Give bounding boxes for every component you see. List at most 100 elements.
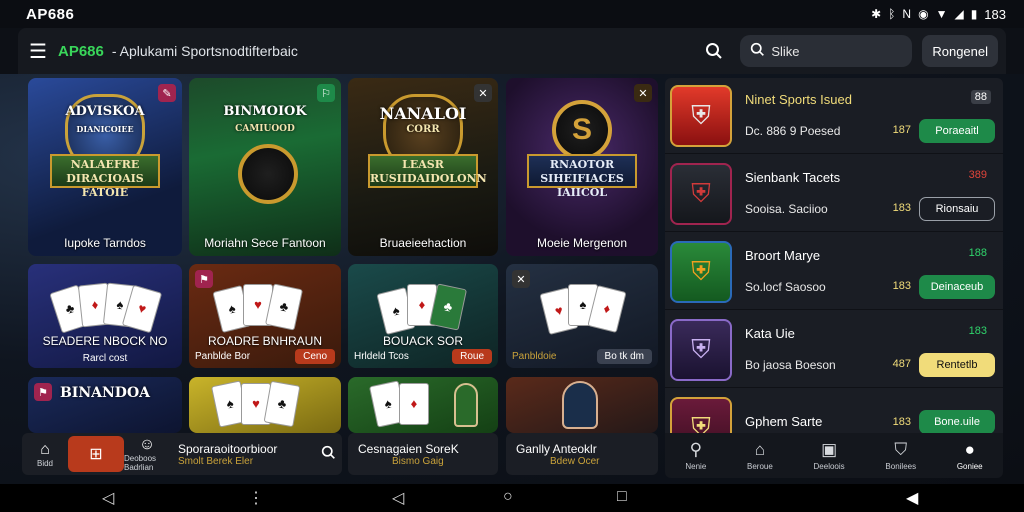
play-button[interactable]: Roue	[452, 349, 492, 364]
game-card[interactable]: ⚑ BINANDOA	[28, 377, 182, 433]
list-item-name: Gphem Sarte	[745, 414, 823, 429]
status-app-name: AP686	[26, 5, 75, 23]
signal-icon: ◉	[918, 7, 929, 21]
favorite-icon[interactable]: ⚑	[34, 383, 52, 401]
bet-button[interactable]: Rionsaiu	[919, 197, 995, 221]
shield-icon: ⛉	[894, 440, 908, 459]
nav-item-profile[interactable]: ● Goniee	[957, 440, 983, 471]
strip-title: Ganlly Anteoklr	[516, 441, 597, 456]
game-card[interactable]	[506, 377, 658, 433]
nav-item-shield[interactable]: ⛉ Bonilees	[885, 440, 916, 471]
nav-item-location[interactable]: ⚲ Nenie	[685, 440, 706, 471]
list-item-name: Ninet Sports Isued	[745, 92, 852, 107]
list-item[interactable]: ⛨ Broort Marye 188 So.locf Saosoo 183 De…	[665, 234, 1003, 310]
search-field-icon	[750, 42, 765, 60]
app-title: - Aplukami Sportsnodtifterbaic	[111, 43, 298, 59]
play-button[interactable]: Ceno	[295, 349, 335, 364]
battery-icon: ▮	[970, 7, 978, 21]
game-card-caption: Moeie Mergenon	[536, 236, 628, 250]
cards-icon: ♣ ♦ ♠ ♥	[45, 280, 165, 340]
emblem-small-label: CAMIUOOD	[235, 124, 295, 134]
list-item-odds: 183	[892, 202, 911, 214]
strip-subtitle: Bdew Ocer	[550, 455, 600, 467]
game-card-sub: Hrldeld Tcos Roue	[354, 349, 492, 364]
list-item-name: Broort Marye	[745, 248, 821, 263]
game-card[interactable]: ⚐ BINMOIOK CAMIUOOD Moriahn Sece Fantoon	[189, 78, 341, 256]
team-logo-icon: ⛨	[670, 241, 732, 303]
search-icon[interactable]	[696, 33, 732, 69]
status-time: 183	[984, 6, 1006, 22]
nav-item-casino[interactable]: ⊞	[68, 436, 124, 472]
app-brand[interactable]: AP686	[58, 43, 104, 60]
status-bar: AP686 ✱ ᛒ N ◉ ▼ ◢ ▮ 183	[0, 0, 1024, 28]
list-item-meta: Sooisa. Saciioo	[745, 202, 828, 216]
list-item[interactable]: ⛨ Kata Uie 183 Bo jaosa Boeson 487 Rente…	[665, 312, 1003, 388]
home-circle-icon[interactable]: ○	[503, 488, 513, 506]
home-icon: ⌂	[40, 440, 50, 458]
nav-item-sports[interactable]: ▣ Deeloois	[814, 440, 845, 471]
list-item-badge: 183	[968, 325, 987, 337]
game-card-caption: ROADRE BNHRAUN	[207, 334, 322, 348]
list-item[interactable]: ⛨ Ninet Sports Isued 88 Dc. 886 9 Poesed…	[665, 78, 1003, 154]
cards-icon: ♥ ♠ ♦	[522, 280, 642, 340]
recent-apps-icon[interactable]: ◁	[102, 488, 114, 508]
side-list: ⛨ Ninet Sports Isued 88 Dc. 886 9 Poesed…	[665, 78, 1003, 476]
search-input[interactable]	[771, 43, 892, 59]
game-card-subtext: Hrldeld Tcos	[354, 351, 409, 362]
list-item-odds: 183	[892, 416, 911, 428]
game-card[interactable]: ✎ ADVISKOA DIANICOIEE NALAEFRE DIRACIOAI…	[28, 78, 182, 256]
system-nav-bar: ◁ ⋮ ◁ ○ □ ◀	[0, 484, 1024, 512]
chip-icon	[238, 144, 298, 204]
location-icon: ⚲	[689, 440, 703, 459]
list-item[interactable]: ⛨ Sienbank Tacets 389 Sooisa. Saciioo 18…	[665, 156, 1003, 232]
list-item-badge: 88	[970, 90, 991, 104]
game-card-sub: Rarcl cost	[34, 353, 176, 364]
bottom-strip-left: ⌂ Bidd ⊞ ☺ Deoboos Badrlian Sporaraoitoo…	[22, 433, 342, 475]
strip-info: Sporaraoitoorbioor Smolt Berek Eler	[170, 442, 314, 467]
game-card[interactable]: ♠ ♥ ♣	[189, 377, 341, 433]
list-item-odds: 487	[892, 358, 911, 370]
emblem-banner: RNAOTOR SIHEIFIACES IAIICOL	[527, 154, 637, 199]
game-emblem: NANALOI CORR LEASR RUSIIDAIDOLONN	[368, 94, 487, 214]
cards-icon: ♠ ♥ ♣	[205, 280, 325, 340]
game-card[interactable]: ✕ NANALOI CORR LEASR RUSIIDAIDOLONN Brua…	[348, 78, 498, 256]
game-card[interactable]: ♠ ♦ ♣ BOUACK SOR Hrldeld Tcos Roue	[348, 264, 498, 368]
register-button[interactable]: Rongenel	[922, 35, 998, 67]
search-field[interactable]	[740, 35, 913, 67]
cards-icon: ♠ ♥ ♣	[205, 380, 325, 433]
back-arrow-icon[interactable]: ◀	[906, 488, 918, 508]
bet-button[interactable]: Poraeaitl	[919, 119, 995, 143]
bet-button[interactable]: Bone.uile	[919, 410, 995, 434]
play-button[interactable]: Bo tk dm	[596, 349, 652, 364]
game-card[interactable]: ♣ ♦ ♠ ♥ SEADERE NBOCK NO Rarcl cost	[28, 264, 182, 368]
search-icon[interactable]	[314, 445, 342, 464]
nav-item-home[interactable]: ⌂ Beroue	[747, 440, 773, 471]
game-card-caption: Iupoke Tarndos	[64, 236, 146, 250]
bottom-strip-right[interactable]: Ganlly Anteoklr Bdew Ocer	[506, 433, 658, 475]
team-logo-icon: ⛨	[670, 163, 732, 225]
game-emblem: S RNAOTOR SIHEIFIACES IAIICOL	[527, 94, 637, 214]
game-card[interactable]: ⚑ ♠ ♥ ♣ ROADRE BNHRAUN Panblde Bor Ceno	[189, 264, 341, 368]
game-card[interactable]: ✕ ♥ ♠ ♦ Panbldoie Bo tk dm	[506, 264, 658, 368]
game-card[interactable]: ✕ S RNAOTOR SIHEIFIACES IAIICOL Moeie Me…	[506, 78, 658, 256]
bet-button[interactable]: Rentetlb	[919, 353, 995, 377]
team-logo-icon: ⛨	[670, 85, 732, 147]
game-emblem: ADVISKOA DIANICOIEE NALAEFRE DIRACIOAIS …	[50, 94, 160, 214]
menu-icon[interactable]: ☰	[18, 28, 58, 74]
profile-icon: ☺	[138, 436, 156, 453]
emblem-small-label: CORR	[406, 124, 440, 135]
favorite-icon[interactable]: ✎	[158, 84, 176, 102]
wifi-icon: ▼	[935, 7, 948, 21]
overview-icon[interactable]: □	[617, 488, 627, 506]
game-card[interactable]: ♠ ♦	[348, 377, 498, 433]
assistant-icon[interactable]: ⋮	[248, 488, 264, 508]
bet-button[interactable]: Deinaceub	[919, 275, 995, 299]
bottom-strip-mid[interactable]: Cesnagaien SoreK Bismo Gaig	[348, 433, 498, 475]
nav-item-profile[interactable]: ☺ Deoboos Badrlian	[124, 436, 170, 472]
nav-item-home[interactable]: ⌂ Bidd	[22, 441, 68, 468]
back-icon[interactable]: ◁	[392, 488, 404, 508]
list-item-meta: Bo jaosa Boeson	[745, 358, 836, 372]
list-item-badge: 389	[968, 169, 987, 181]
list-item-name: Kata Uie	[745, 326, 795, 341]
casino-icon: ⊞	[89, 446, 103, 463]
